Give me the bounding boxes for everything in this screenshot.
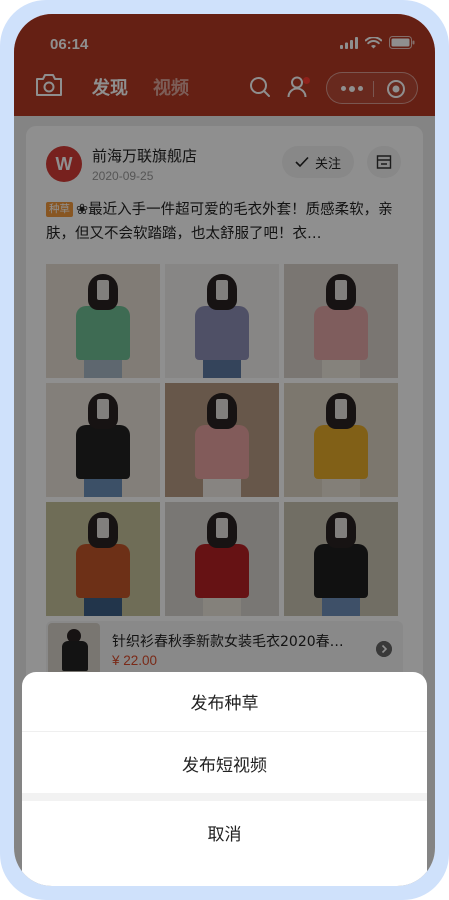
action-sheet: 发布种草 发布短视频 取消 [22,672,427,886]
cancel-button[interactable]: 取消 [22,801,427,863]
device-frame: 06:14 发现 视频 W 前海万联旗舰店 2020-09-25 关注 种草 ❀… [0,0,449,900]
phone-screen: 06:14 发现 视频 W 前海万联旗舰店 2020-09-25 关注 种草 ❀… [14,14,435,886]
publish-short-video-button[interactable]: 发布短视频 [22,733,427,793]
publish-grass-button[interactable]: 发布种草 [22,672,427,732]
sheet-divider [22,793,427,801]
